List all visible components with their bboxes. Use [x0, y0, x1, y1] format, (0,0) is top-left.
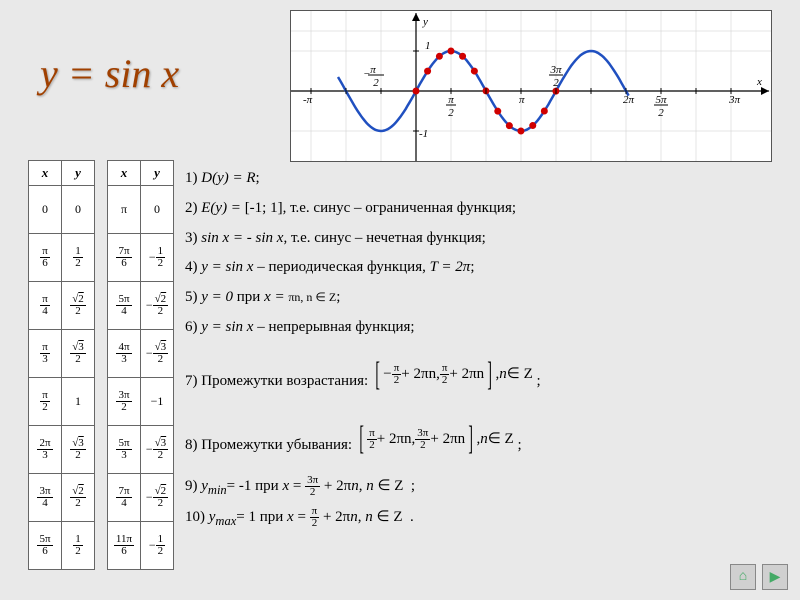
- svg-text:2π: 2π: [623, 94, 635, 106]
- table-row: 00: [29, 186, 95, 234]
- svg-text:π: π: [519, 94, 525, 106]
- prop-8: 8) Промежутки убывания: [π2 + 2πn, 3π2 +…: [185, 408, 790, 471]
- prop-4: 4) y = sin x – периодическая функция, T …: [185, 254, 790, 282]
- table-row: 5π4−√22: [108, 282, 174, 330]
- svg-text:-π: -π: [303, 94, 313, 106]
- table-row: π3√32: [29, 330, 95, 378]
- svg-text:5π: 5π: [655, 94, 667, 106]
- svg-text:1: 1: [425, 40, 431, 52]
- table-row: π0: [108, 186, 174, 234]
- table-row: 3π4√22: [29, 474, 95, 522]
- table-row: π21: [29, 378, 95, 426]
- svg-text:-1: -1: [419, 128, 428, 140]
- svg-text:3π: 3π: [728, 94, 741, 106]
- svg-text:2: 2: [553, 77, 559, 89]
- svg-text:y: y: [422, 16, 428, 28]
- svg-text:π: π: [370, 64, 376, 76]
- table-row: 4π3−√32: [108, 330, 174, 378]
- prop-5: 5) y = 0 при x = πn, n ∈ Z;: [185, 284, 790, 312]
- prop-9: 9) ymin= -1 при x = 3π2 + 2πn, n ∈ Z ;: [185, 473, 790, 502]
- svg-text:2: 2: [448, 107, 454, 119]
- table-row: 11π6−12: [108, 522, 174, 570]
- grid: [291, 11, 771, 161]
- next-icon: ▶: [770, 569, 781, 586]
- svg-text:2: 2: [658, 107, 664, 119]
- table-1: xy 00π612π4√22π3√32π212π3√323π4√225π612: [28, 160, 95, 570]
- prop-6: 6) y = sin x – непрерывная функция;: [185, 314, 790, 342]
- svg-text:π: π: [448, 94, 454, 106]
- svg-text:x: x: [756, 76, 762, 88]
- nav-controls: ⌂ ▶: [730, 564, 788, 590]
- table-row: 5π612: [29, 522, 95, 570]
- properties-list: 1) D(y) = R; 2) E(y) = [-1; 1], т.е. син…: [185, 165, 790, 536]
- prop-2: 2) E(y) = [-1; 1], т.е. синус – ограниче…: [185, 195, 790, 223]
- prop-3: 3) sin x = - sin x, т.е. синус – нечетна…: [185, 225, 790, 253]
- table-row: 3π2−1: [108, 378, 174, 426]
- svg-text:3π: 3π: [549, 64, 562, 76]
- table-row: 5π3−√32: [108, 426, 174, 474]
- table-row: 7π6−12: [108, 234, 174, 282]
- value-tables: xy 00π612π4√22π3√32π212π3√323π4√225π612 …: [28, 160, 174, 570]
- table-2: xy π07π6−125π4−√224π3−√323π2−15π3−√327π4…: [107, 160, 174, 570]
- table-row: π612: [29, 234, 95, 282]
- home-icon: ⌂: [739, 569, 747, 585]
- table-row: π4√22: [29, 282, 95, 330]
- svg-text:2: 2: [373, 77, 379, 89]
- prop-1: 1) D(y) = R;: [185, 165, 790, 193]
- sine-graph: y x 1 -1 -π π 2π 3π π2− π2 3π2 5π2: [290, 10, 772, 162]
- svg-text:−: −: [363, 68, 370, 80]
- table-row: 7π4−√22: [108, 474, 174, 522]
- home-button[interactable]: ⌂: [730, 564, 756, 590]
- table-row: 2π3√32: [29, 426, 95, 474]
- prop-7: 7) Промежутки возрастания: [− π2 + 2πn, …: [185, 344, 790, 407]
- prop-10: 10) ymax= 1 при x = π2 + 2πn, n ∈ Z .: [185, 504, 790, 533]
- next-button[interactable]: ▶: [762, 564, 788, 590]
- page-title: y = sin x: [40, 50, 179, 97]
